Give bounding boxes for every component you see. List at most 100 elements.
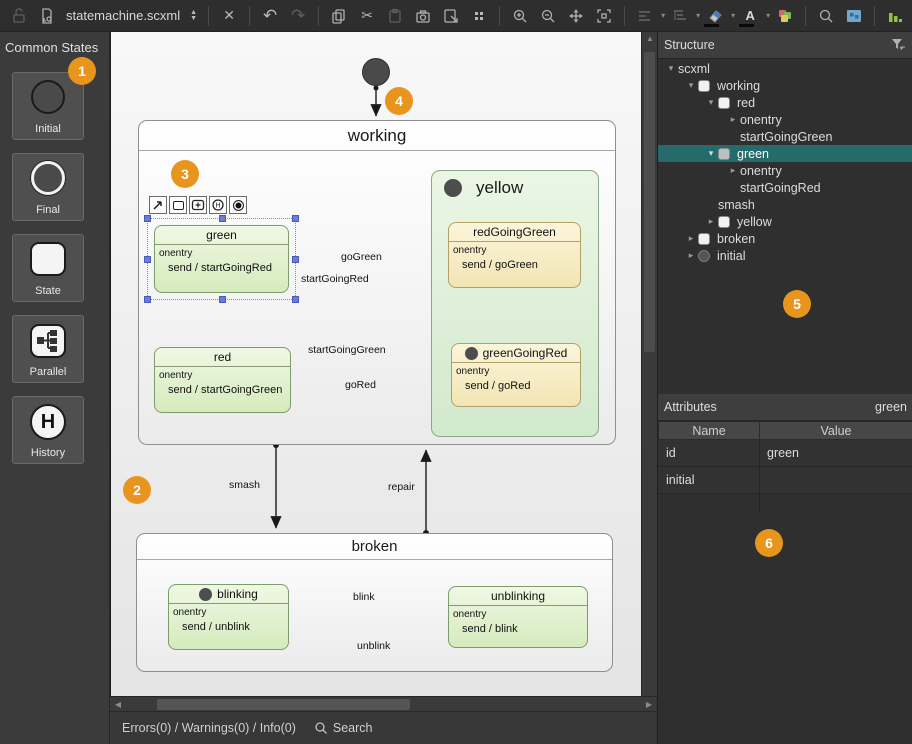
tree-item-red[interactable]: ▾ red (658, 94, 912, 111)
column-header-value[interactable]: Value (759, 421, 912, 440)
filter-icon[interactable] (890, 37, 906, 54)
palette-item-history[interactable]: H History (12, 396, 84, 464)
state-redGoingGreen[interactable]: redGoingGreen onentry send / goGreen (448, 222, 581, 288)
transition-label-goRed[interactable]: goRed (345, 379, 376, 391)
scroll-up-icon[interactable]: ▲ (642, 34, 658, 43)
chevron-down-icon[interactable]: ▾ (664, 63, 678, 74)
horizontal-scroll-thumb[interactable] (157, 699, 410, 710)
palette-item-parallel[interactable]: Parallel (12, 315, 84, 383)
paste-icon[interactable] (382, 3, 408, 29)
state-red[interactable]: red onentry send / startGoingGreen (154, 347, 291, 413)
document-selector[interactable]: statemachine.scxml (62, 8, 188, 23)
tree-item-smash[interactable]: smash (658, 196, 912, 213)
align-caret[interactable]: ▾ (661, 11, 665, 20)
tree-item-green-onentry[interactable]: ▸ onentry (658, 162, 912, 179)
state-blinking[interactable]: blinking onentry send / unblink (168, 584, 289, 650)
chevron-right-icon[interactable]: ▸ (726, 165, 740, 176)
transition-label-repair[interactable]: repair (388, 481, 415, 493)
horizontal-scrollbar[interactable]: ◀ ▶ (110, 696, 657, 711)
font-color-caret[interactable]: ▾ (766, 11, 770, 20)
add-transition-icon[interactable] (149, 196, 167, 214)
issues-summary[interactable]: Errors(0) / Warnings(0) / Info(0) (122, 721, 296, 735)
tree-item-startGoingGreen[interactable]: startGoingGreen (658, 128, 912, 145)
close-icon[interactable]: ✕ (216, 3, 242, 29)
zoom-in-icon[interactable] (507, 3, 533, 29)
tree-item-startGoingRed[interactable]: startGoingRed (658, 179, 912, 196)
tree-item-working[interactable]: ▾ working (658, 77, 912, 94)
column-header-name[interactable]: Name (658, 421, 760, 440)
export-image-icon[interactable] (438, 3, 464, 29)
state-icon (718, 148, 730, 160)
document-spinner[interactable]: ▲▼ (190, 10, 197, 22)
copy-icon[interactable] (326, 3, 352, 29)
tree-item-initial[interactable]: ▸ initial (658, 247, 912, 264)
chevron-down-icon[interactable]: ▾ (704, 97, 718, 108)
align-icon[interactable] (632, 3, 658, 29)
add-history-icon[interactable]: H (209, 196, 227, 214)
chevron-right-icon[interactable]: ▸ (684, 233, 698, 244)
selection-outline[interactable] (147, 218, 296, 300)
vertical-scroll-thumb[interactable] (644, 52, 655, 352)
pan-icon[interactable] (563, 3, 589, 29)
chevron-down-icon[interactable]: ▾ (684, 80, 698, 91)
tree-item-scxml[interactable]: ▾ scxml (658, 60, 912, 77)
palette-item-state[interactable]: State (12, 234, 84, 302)
attributes-panel: Attributes green Name Value id green ini… (658, 394, 912, 421)
transition-label-blink[interactable]: blink (353, 591, 375, 603)
initial-pseudostate[interactable] (362, 58, 390, 86)
lock-icon[interactable] (6, 3, 32, 29)
state-chart-canvas[interactable]: working yellow redGoingGreen onentry sen… (110, 32, 641, 696)
table-row[interactable]: id green (658, 440, 912, 467)
vertical-scrollbar[interactable]: ▲ (641, 32, 657, 696)
transition-label-startGoingGreen[interactable]: startGoingGreen (308, 344, 386, 356)
chevron-down-icon[interactable]: ▾ (704, 148, 718, 159)
fit-screen-icon[interactable] (591, 3, 617, 29)
navigator-icon[interactable] (841, 3, 867, 29)
tree-item-broken[interactable]: ▸ broken (658, 230, 912, 247)
undo-icon[interactable]: ↶ (257, 3, 283, 29)
transition-label-unblink[interactable]: unblink (357, 640, 390, 652)
adjust-caret[interactable]: ▾ (696, 11, 700, 20)
statistics-icon[interactable] (882, 3, 908, 29)
grid-icon[interactable] (466, 3, 492, 29)
table-row[interactable]: initial (658, 467, 912, 494)
add-final-icon[interactable] (229, 196, 247, 214)
transition-label-smash[interactable]: smash (229, 479, 260, 491)
redo-icon[interactable]: ↷ (285, 3, 311, 29)
state-icon (698, 80, 710, 92)
chevron-right-icon[interactable]: ▸ (704, 216, 718, 227)
annotation-badge-2: 2 (123, 476, 151, 504)
tree-item-yellow[interactable]: ▸ yellow (658, 213, 912, 230)
palette-item-final[interactable]: Final (12, 153, 84, 221)
font-color-icon[interactable]: A (737, 3, 763, 29)
adjust-icon[interactable] (667, 3, 693, 29)
camera-icon[interactable] (410, 3, 436, 29)
state-working-title[interactable]: working (139, 121, 615, 151)
scroll-left-icon[interactable]: ◀ (110, 700, 126, 709)
annotation-badge-3: 3 (171, 160, 199, 188)
transition-label-startGoingRed[interactable]: startGoingRed (301, 273, 369, 285)
fill-color-icon[interactable] (702, 3, 728, 29)
chevron-right-icon[interactable]: ▸ (726, 114, 740, 125)
transition-label-goGreen[interactable]: goGreen (341, 251, 382, 263)
right-panel: Structure ▾ scxml ▾ working ▾ red ▸ (657, 32, 912, 744)
annotation-badge-4: 4 (385, 87, 413, 115)
state-greenGoingRed[interactable]: greenGoingRed onentry send / goRed (451, 343, 581, 407)
tree-item-green-selected[interactable]: ▾ green (658, 145, 912, 162)
state-yellow-title[interactable]: yellow (476, 178, 523, 198)
fill-color-caret[interactable]: ▾ (731, 11, 735, 20)
search-icon[interactable] (813, 3, 839, 29)
add-state-icon[interactable] (169, 196, 187, 214)
scroll-right-icon[interactable]: ▶ (641, 700, 657, 709)
blinking-initial-dot-icon (199, 588, 212, 601)
search-toggle[interactable]: Search (314, 721, 373, 735)
state-broken-title[interactable]: broken (137, 534, 612, 560)
zoom-out-icon[interactable] (535, 3, 561, 29)
add-parallel-icon[interactable] (189, 196, 207, 214)
colors-icon[interactable] (772, 3, 798, 29)
chevron-right-icon[interactable]: ▸ (684, 250, 698, 261)
annotation-badge-1: 1 (68, 57, 96, 85)
cut-icon[interactable]: ✂ (354, 3, 380, 29)
tree-item-red-onentry[interactable]: ▸ onentry (658, 111, 912, 128)
state-unblinking[interactable]: unblinking onentry send / blink (448, 586, 588, 648)
